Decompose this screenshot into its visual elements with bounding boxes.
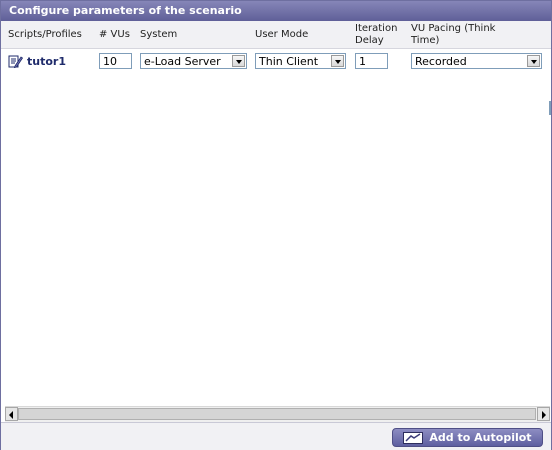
header-iteration-delay: Iteration Delay bbox=[355, 23, 397, 47]
header-iteration-delay-line1: Iteration bbox=[355, 23, 398, 34]
vu-pacing-select[interactable]: Recorded bbox=[411, 53, 542, 69]
header-scripts-profiles: Scripts/Profiles bbox=[8, 29, 82, 40]
system-select-value: e-Load Server bbox=[144, 55, 221, 68]
header-vus: # VUs bbox=[99, 29, 130, 40]
script-name[interactable]: tutor1 bbox=[27, 55, 66, 68]
chevron-down-icon[interactable] bbox=[232, 55, 245, 67]
scenario-panel: Configure parameters of the scenario Scr… bbox=[0, 0, 552, 450]
header-vu-pacing-line1: VU Pacing (Think bbox=[411, 23, 496, 34]
user-mode-select-value: Thin Client bbox=[259, 55, 319, 68]
header-system: System bbox=[140, 29, 178, 40]
header-vu-pacing: VU Pacing (Think Time) bbox=[411, 23, 495, 47]
scrollbar-thumb[interactable] bbox=[18, 408, 536, 420]
column-header-row: Scripts/Profiles # VUs System User Mode … bbox=[1, 21, 551, 49]
scroll-left-button[interactable] bbox=[5, 407, 18, 421]
add-to-autopilot-label: Add to Autopilot bbox=[429, 431, 532, 444]
vu-pacing-select-value: Recorded bbox=[415, 55, 467, 68]
horizontal-scrollbar[interactable] bbox=[5, 406, 550, 422]
scroll-right-button[interactable] bbox=[537, 407, 550, 421]
header-user-mode: User Mode bbox=[255, 29, 309, 40]
chevron-down-icon[interactable] bbox=[331, 55, 344, 67]
panel-footer: Add to Autopilot bbox=[1, 422, 551, 450]
chevron-down-icon[interactable] bbox=[527, 55, 540, 67]
iteration-delay-input[interactable] bbox=[355, 53, 388, 69]
truncated-column-edge bbox=[549, 101, 551, 115]
system-select[interactable]: e-Load Server bbox=[140, 53, 247, 69]
script-cell[interactable]: tutor1 bbox=[8, 53, 66, 69]
table-row: tutor1 e-Load Server Thin Client Recorde… bbox=[1, 49, 551, 115]
autopilot-icon bbox=[403, 431, 424, 444]
vus-input[interactable] bbox=[99, 53, 132, 69]
script-edit-icon[interactable] bbox=[8, 54, 23, 69]
header-iteration-delay-line2: Delay bbox=[355, 35, 384, 46]
user-mode-select[interactable]: Thin Client bbox=[255, 53, 346, 69]
add-to-autopilot-button[interactable]: Add to Autopilot bbox=[392, 428, 543, 447]
panel-title: Configure parameters of the scenario bbox=[1, 1, 551, 21]
header-vu-pacing-line2: Time) bbox=[411, 35, 440, 46]
